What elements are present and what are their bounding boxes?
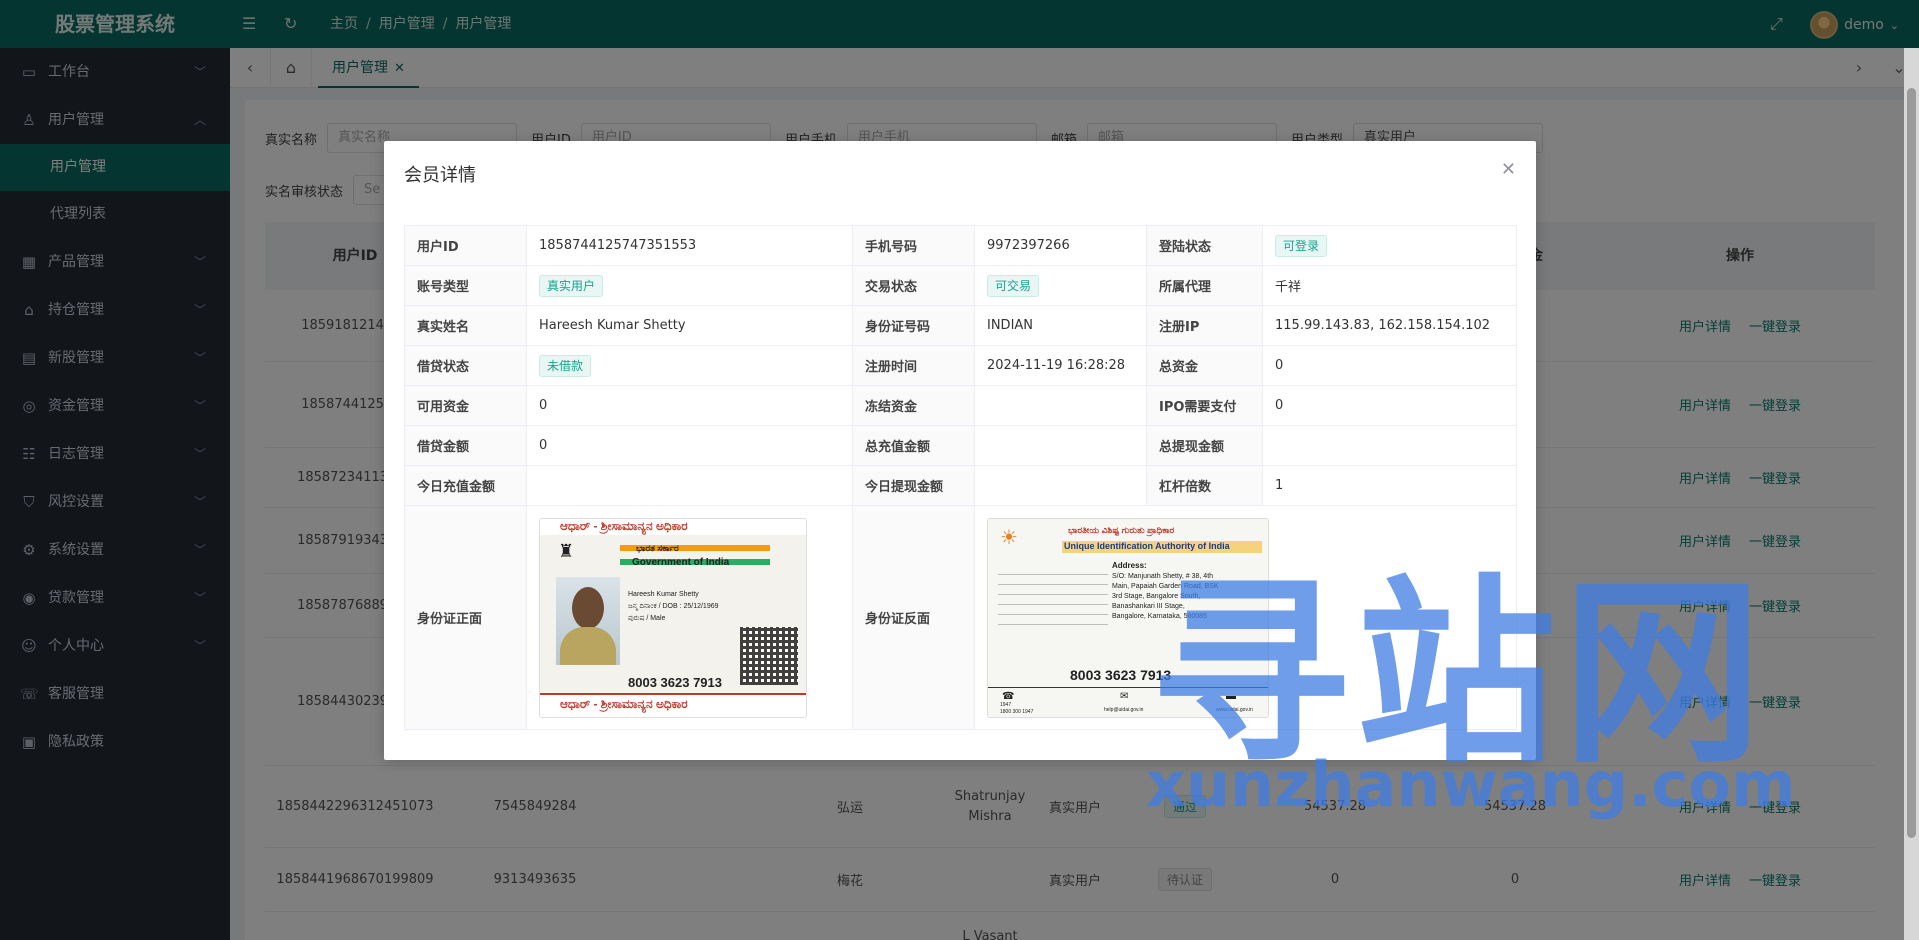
photo-body bbox=[560, 626, 616, 665]
card-email: help@uidai.gov.in bbox=[1104, 706, 1144, 713]
card-photo bbox=[556, 576, 620, 665]
detail-key: 交易状态 bbox=[852, 265, 975, 306]
detail-value: 0 bbox=[526, 425, 853, 466]
detail-value: 1858744125747351553 bbox=[526, 225, 853, 266]
address-line: S/O: Manjunath Shetty, # 38, 4th bbox=[1112, 572, 1214, 580]
detail-value: 0 bbox=[526, 385, 853, 426]
detail-key: 注册时间 bbox=[852, 345, 975, 386]
status-badge: 可登录 bbox=[1275, 234, 1328, 257]
detail-value bbox=[974, 425, 1147, 466]
detail-value: 1 bbox=[1262, 465, 1517, 506]
detail-key: 杠杆倍数 bbox=[1146, 465, 1263, 506]
gov-local-text: ಭಾರತ ಸರ್ಕಾರ bbox=[636, 542, 679, 553]
detail-value bbox=[1262, 425, 1517, 466]
detail-row: 可用资金 0 冻结资金 IPO需要支付 0 bbox=[404, 385, 1517, 426]
detail-key: 所属代理 bbox=[1146, 265, 1263, 306]
web-icon: ▬ bbox=[1226, 690, 1236, 702]
address-line: 3rd Stage, Bangalore South, bbox=[1112, 592, 1201, 600]
qr-code-icon bbox=[740, 626, 798, 685]
detail-value: 可登录 bbox=[1262, 225, 1517, 266]
detail-row: 借贷状态 未借款 注册时间 2024-11-19 16:28:28 总资金 0 bbox=[404, 345, 1517, 386]
detail-row: 用户ID 1858744125747351553 手机号码 9972397266 登陆状… bbox=[404, 225, 1517, 266]
address-line: Main, Papaiah Garden Road, BSK bbox=[1112, 582, 1219, 590]
status-badge: 可交易 bbox=[987, 274, 1040, 297]
detail-value: 0 bbox=[1262, 385, 1517, 426]
detail-value: 千祥 bbox=[1262, 265, 1517, 306]
detail-key: 身份证号码 bbox=[852, 305, 975, 346]
card-gender: ಪುರುಷ / Male bbox=[628, 614, 666, 622]
detail-key: 账号类型 bbox=[404, 265, 527, 306]
address-line: Bangalore, Karnataka, 560085 bbox=[1112, 612, 1207, 620]
detail-row: 今日充值金额 今日提现金额 杠杆倍数 1 bbox=[404, 465, 1517, 506]
id-back-cell: ☀ ಭಾರತೀಯ ವಿಶಿಷ್ಟ ಗುರುತು ಪ್ರಾಧಿಕಾರ Unique… bbox=[974, 505, 1517, 730]
card-number: 8003 3623 7913 bbox=[628, 674, 722, 690]
detail-value: INDIAN bbox=[974, 305, 1147, 346]
detail-key: 借贷状态 bbox=[404, 345, 527, 386]
address-line: Banashankari III Stage, bbox=[1112, 602, 1185, 610]
scrollbar-thumb[interactable] bbox=[1907, 88, 1916, 838]
detail-value bbox=[974, 385, 1147, 426]
card-phone: 1800 300 1947 bbox=[1000, 708, 1034, 715]
card-banner-text: ಆಧಾರ್ - ಶ್ರೀಸಾಮಾನ್ಯನ ಅಧಿಕಾರ bbox=[560, 518, 688, 533]
card-dob: ಜನ್ಮ ದಿನಾಂಕ / DOB : 25/12/1969 bbox=[628, 602, 719, 610]
card-phone: 1947 bbox=[1000, 701, 1012, 708]
detail-key: 登陆状态 bbox=[1146, 225, 1263, 266]
detail-key: 可用资金 bbox=[404, 385, 527, 426]
authority-local: ಭಾರತೀಯ ವಿಶಿಷ್ಟ ಗುರುತು ಪ್ರಾಧಿಕಾರ bbox=[1068, 524, 1175, 535]
local-address-block bbox=[998, 564, 1108, 625]
detail-key: 真实姓名 bbox=[404, 305, 527, 346]
detail-key: 用户ID bbox=[404, 225, 527, 266]
status-badge: 未借款 bbox=[539, 354, 592, 377]
authority-text: Unique Identification Authority of India bbox=[1064, 540, 1230, 551]
detail-value: 可交易 bbox=[974, 265, 1147, 306]
divider bbox=[988, 686, 1268, 688]
gov-text: Government of India bbox=[632, 556, 730, 568]
photo-head bbox=[572, 586, 604, 629]
card-banner-text: ಆಧಾರ್ - ಶ್ರೀಸಾಮಾನ್ಯನ ಅಧಿಕಾರ bbox=[560, 696, 688, 711]
detail-key: 借贷金额 bbox=[404, 425, 527, 466]
detail-key: 手机号码 bbox=[852, 225, 975, 266]
card-name: Hareesh Kumar Shetty bbox=[628, 590, 699, 598]
detail-key: 身份证反面 bbox=[852, 505, 975, 730]
detail-row: 账号类型 真实用户 交易状态 可交易 所属代理 千祥 bbox=[404, 265, 1517, 306]
dialog-title: 会员详情 bbox=[404, 165, 476, 186]
detail-value bbox=[526, 465, 853, 506]
close-icon[interactable]: ✕ bbox=[1501, 159, 1516, 180]
detail-key: 今日提现金额 bbox=[852, 465, 975, 506]
member-detail-dialog: 会员详情 ✕ 用户ID 1858744125747351553 手机号码 997239… bbox=[384, 141, 1536, 760]
mail-icon: ✉ bbox=[1120, 690, 1129, 702]
status-badge: 真实用户 bbox=[539, 274, 604, 297]
detail-key: 总资金 bbox=[1146, 345, 1263, 386]
detail-row: 借贷金额 0 总充值金额 总提现金额 bbox=[404, 425, 1517, 466]
emblem-icon: ♜ bbox=[558, 540, 575, 561]
detail-row: 真实姓名 Hareesh Kumar Shetty 身份证号码 INDIAN 注册IP 1… bbox=[404, 305, 1517, 346]
id-card-back-image[interactable]: ☀ ಭಾರತೀಯ ವಿಶಿಷ್ಟ ಗುರುತು ಪ್ರಾಧಿಕಾರ Unique… bbox=[987, 517, 1269, 718]
detail-key: 注册IP bbox=[1146, 305, 1263, 346]
card-web: www.uidai.gov.in bbox=[1216, 706, 1253, 713]
detail-key: 身份证正面 bbox=[404, 505, 527, 730]
phone-icon: ☎ bbox=[1002, 690, 1015, 702]
id-card-front-image[interactable]: ಆಧಾರ್ - ಶ್ರೀಸಾಮಾನ್ಯನ ಅಧಿಕಾರ ♜ ಭಾರತ ಸರ್ಕಾ… bbox=[539, 517, 807, 718]
detail-value: 9972397266 bbox=[974, 225, 1147, 266]
detail-key: 冻结资金 bbox=[852, 385, 975, 426]
detail-key: IPO需要支付 bbox=[1146, 385, 1263, 426]
member-detail-table: 用户ID 1858744125747351553 手机号码 9972397266 登陆状… bbox=[404, 225, 1517, 730]
detail-value: 115.99.143.83, 162.158.154.102 bbox=[1262, 305, 1517, 346]
id-front-cell: ಆಧಾರ್ - ಶ್ರೀಸಾಮಾನ್ಯನ ಅಧಿಕಾರ ♜ ಭಾರತ ಸರ್ಕಾ… bbox=[526, 505, 853, 730]
detail-value: 0 bbox=[1262, 345, 1517, 386]
detail-value: 未借款 bbox=[526, 345, 853, 386]
detail-value: Hareesh Kumar Shetty bbox=[526, 305, 853, 346]
detail-key: 总提现金额 bbox=[1146, 425, 1263, 466]
page-scrollbar[interactable] bbox=[1904, 48, 1919, 940]
detail-value bbox=[974, 465, 1147, 506]
detail-key: 总充值金额 bbox=[852, 425, 975, 466]
detail-key: 今日充值金额 bbox=[404, 465, 527, 506]
detail-value: 2024-11-19 16:28:28 bbox=[974, 345, 1147, 386]
address-label: Address: bbox=[1112, 560, 1147, 570]
detail-value: 真实用户 bbox=[526, 265, 853, 306]
aadhaar-logo-icon: ☀ bbox=[1000, 526, 1018, 549]
card-number: 8003 3623 7913 bbox=[1070, 666, 1172, 683]
